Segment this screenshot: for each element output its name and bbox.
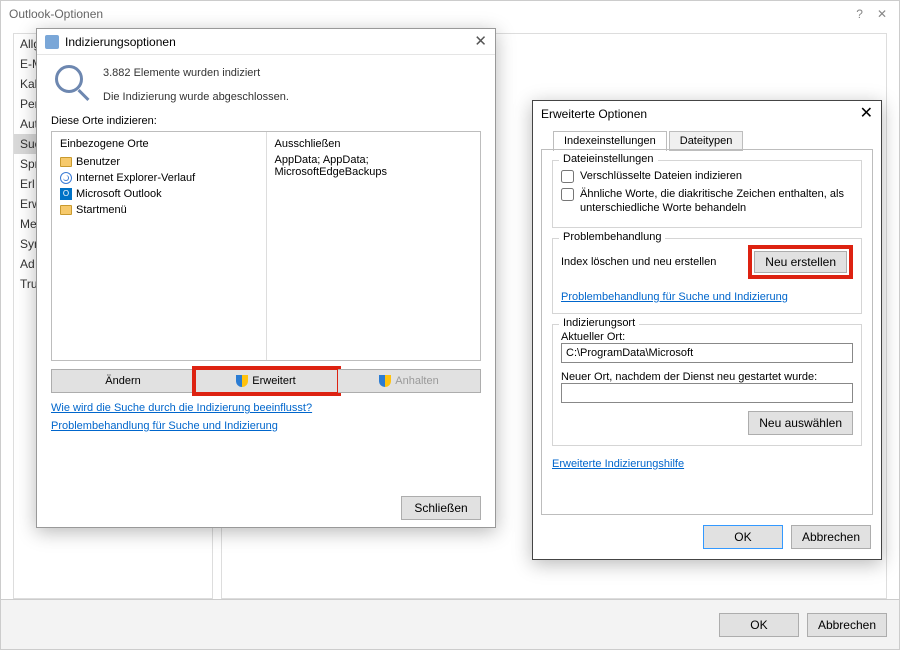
link-troubleshoot[interactable]: Problembehandlung für Suche und Indizier… (561, 291, 788, 303)
advanced-titlebar: Erweiterte Optionen ✕ (533, 101, 881, 127)
close-button[interactable]: Schließen (401, 496, 481, 520)
location-row[interactable]: Startmenü (60, 202, 258, 218)
group-label: Indizierungsort (559, 317, 639, 329)
new-location-input[interactable] (561, 383, 853, 403)
folder-icon (60, 205, 72, 215)
current-location-label: Aktueller Ort: (561, 331, 853, 343)
help-icon[interactable]: ? (856, 1, 863, 27)
new-select-button[interactable]: Neu auswählen (748, 411, 853, 435)
group-index-location: Indizierungsort Aktueller Ort: Neuer Ort… (552, 324, 862, 446)
advanced-footer: OK Abbrechen (533, 515, 881, 559)
index-status: Die Indizierung wurde abgeschlossen. (103, 89, 289, 105)
col-exclude: Ausschließen (275, 138, 473, 150)
chk-encrypted[interactable]: Verschlüsselte Dateien indizieren (561, 167, 853, 185)
col-included: Einbezogene Orte (60, 138, 258, 150)
rebuild-text: Index löschen und neu erstellen (561, 256, 716, 268)
ie-icon (60, 172, 72, 184)
ok-button[interactable]: OK (703, 525, 783, 549)
group-file-settings: Dateieinstellungen Verschlüsselte Dateie… (552, 160, 862, 228)
checkbox[interactable] (561, 170, 574, 183)
ok-button[interactable]: OK (719, 613, 799, 637)
shield-icon (379, 375, 391, 387)
advanced-button[interactable]: Erweitert (195, 369, 338, 393)
chk-diacritics[interactable]: Ähnliche Worte, die diakritische Zeichen… (561, 185, 853, 217)
index-count: 3.882 Elemente wurden indiziert (103, 65, 289, 81)
magnifier-icon (51, 65, 89, 103)
link-troubleshoot[interactable]: Problembehandlung für Suche und Indizier… (51, 417, 481, 435)
close-icon[interactable]: ✕ (860, 101, 873, 127)
cancel-button[interactable]: Abbrechen (791, 525, 871, 549)
rebuild-button[interactable]: Neu erstellen (754, 251, 847, 273)
pause-button: Anhalten (338, 369, 481, 393)
current-location-input[interactable] (561, 343, 853, 363)
group-label: Problembehandlung (559, 231, 665, 243)
outlook-title: Outlook-Optionen (9, 1, 103, 27)
location-row[interactable]: Benutzer (60, 154, 258, 170)
exclude-text: AppData; AppData; MicrosoftEdgeBackups (275, 154, 473, 178)
close-icon[interactable]: ✕ (877, 1, 887, 27)
locations-list: Einbezogene Orte Benutzer Internet Explo… (51, 131, 481, 361)
tab-file-types[interactable]: Dateitypen (669, 131, 744, 151)
location-row[interactable]: OMicrosoft Outlook (60, 186, 258, 202)
group-label: Dateieinstellungen (559, 153, 658, 165)
checkbox[interactable] (561, 188, 574, 201)
outlook-titlebar: Outlook-Optionen ? ✕ (1, 1, 899, 27)
advanced-title: Erweiterte Optionen (541, 101, 647, 127)
outlook-footer: OK Abbrechen (1, 599, 899, 649)
change-button[interactable]: Ändern (51, 369, 195, 393)
locations-label: Diese Orte indizieren: (37, 109, 495, 129)
folder-icon (60, 157, 72, 167)
indexing-titlebar: Indizierungsoptionen ✕ (37, 29, 495, 55)
shield-icon (236, 375, 248, 387)
outlook-icon: O (60, 188, 72, 200)
close-icon[interactable]: ✕ (474, 29, 487, 55)
link-how-search[interactable]: Wie wird die Suche durch die Indizierung… (51, 399, 481, 417)
indexing-options-dialog: Indizierungsoptionen ✕ 3.882 Elemente wu… (36, 28, 496, 528)
group-troubleshooting: Problembehandlung Index löschen und neu … (552, 238, 862, 314)
location-row[interactable]: Internet Explorer-Verlauf (60, 170, 258, 186)
new-location-label: Neuer Ort, nachdem der Dienst neu gestar… (561, 371, 853, 383)
tab-index-settings[interactable]: Indexeinstellungen (553, 131, 667, 151)
advanced-options-dialog: Erweiterte Optionen ✕ Indexeinstellungen… (532, 100, 882, 560)
link-advanced-help[interactable]: Erweiterte Indizierungshilfe (552, 458, 684, 470)
cancel-button[interactable]: Abbrechen (807, 613, 887, 637)
indexing-title: Indizierungsoptionen (65, 35, 176, 49)
indexing-icon (45, 35, 59, 49)
